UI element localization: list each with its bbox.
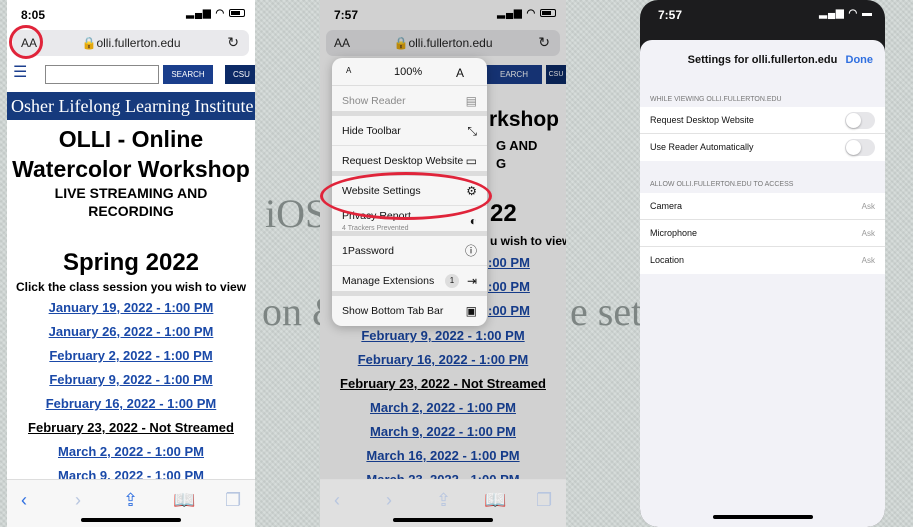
page-title-line2: Watercolor Workshop [12,156,250,182]
site-search-button[interactable]: SEARCH [163,65,213,84]
extensions-count-badge: 1 [445,274,459,288]
page-title-line1: OLLI - Online [58,126,204,152]
page-content: OLLI - Online Watercolor Workshop LIVE S… [7,120,255,488]
screenshot-page-menu: 7:57 ▂▄▆ ◠ AA 🔒olli.fullerton.edu ↻ EARC… [320,0,566,527]
screenshot-safari-page: 8:05 ▂▄▆ ◠ AA 🔒olli.fullerton.edu ↻ ☰ SE… [7,0,255,527]
forward-chevron-icon[interactable]: › [75,490,81,511]
location-permission-value: Ask [861,256,875,265]
share-icon[interactable]: ⇪ [436,490,451,511]
done-button[interactable]: Done [846,54,874,66]
signal-wifi-battery-icon: ▂▄▆ ◠ ▬ [819,8,873,19]
address-bar[interactable]: AA 🔒olli.fullerton.edu ↻ [13,30,249,56]
hamburger-menu-icon[interactable]: ☰ [13,65,27,81]
microphone-label: Microphone [650,228,698,238]
subtitle-line2: RECORDING [88,203,174,219]
status-bar: 8:05 ▂▄▆ ◠ [7,0,255,28]
menu-1password[interactable]: 1Password ⓘ [332,236,487,266]
bookmarks-icon[interactable]: 📖 [173,490,195,511]
request-desktop-label: Request Desktop Website [650,115,754,125]
section-header-access: ALLOW OLLI.FULLERTON.EDU TO ACCESS [650,181,794,188]
extensions-icon: ⇥ [466,274,477,288]
session-link[interactable]: January 26, 2022 - 1:00 PM [7,320,255,344]
signal-wifi-battery-icon: ▂▄▆ ◠ [186,8,245,19]
instructions-text: Click the class session you wish to view [15,280,247,294]
session-not-streamed: February 23, 2022 - Not Streamed [28,420,234,435]
home-indicator [712,515,813,519]
zoom-level[interactable]: 100% [394,66,422,78]
resize-arrows-icon: ⤡ [467,124,477,138]
back-chevron-icon[interactable]: ‹ [21,490,27,511]
use-reader-toggle[interactable] [845,139,875,156]
menu-manage-extensions[interactable]: Manage Extensions 1 ⇥ [332,266,487,296]
menu-hide-toolbar[interactable]: Hide Toolbar ⤡ [332,116,487,146]
tabs-icon[interactable]: ❐ [536,490,552,511]
session-link[interactable]: January 19, 2022 - 1:00 PM [7,296,255,320]
safari-bottom-toolbar: ‹ › ⇪ 📖 ❐ [320,479,566,527]
status-bar: 7:57 ▂▄▆ ◠ ▬ [640,0,885,28]
website-settings-sheet: Settings for olli.fullerton.edu Done WHI… [640,40,885,527]
viewing-settings-group: Request Desktop Website Use Reader Autom… [640,107,885,161]
menu-show-reader[interactable]: Show Reader ▤ [332,86,487,116]
forward-chevron-icon[interactable]: › [386,490,392,511]
session-link[interactable]: March 2, 2022 - 1:00 PM [7,440,255,464]
status-time: 7:57 [658,8,683,22]
zoom-row: A 100% A [332,58,487,86]
use-reader-row: Use Reader Automatically [640,134,885,161]
screenshot-website-settings: 7:57 ▂▄▆ ◠ ▬ Settings for olli.fullerton… [640,0,885,527]
privacy-report-subtitle: 4 Trackers Prevented [342,225,409,232]
bookmarks-icon[interactable]: 📖 [484,490,506,511]
home-indicator [81,518,181,522]
safari-bottom-toolbar: ‹ › ⇪ 📖 ❐ [7,479,255,527]
status-time: 8:05 [21,8,46,22]
background-text-ios: iOS [265,191,328,236]
subtitle-line1: LIVE STREAMING AND [54,185,208,201]
microphone-row[interactable]: Microphone Ask [640,220,885,247]
location-row[interactable]: Location Ask [640,247,885,274]
use-reader-label: Use Reader Automatically [650,142,754,152]
home-indicator [393,518,493,522]
section-header-viewing: WHILE VIEWING OLLI.FULLERTON.EDU [650,96,782,103]
desktop-icon: ▭ [465,154,477,168]
back-chevron-icon[interactable]: ‹ [334,490,340,511]
reader-icon: ▤ [465,94,477,108]
menu-show-bottom-tab-bar[interactable]: Show Bottom Tab Bar ▣ [332,296,487,326]
request-desktop-row: Request Desktop Website [640,107,885,134]
reload-icon[interactable]: ↻ [227,34,239,51]
site-search-input[interactable] [45,65,159,84]
session-link[interactable]: February 16, 2022 - 1:00 PM [7,392,255,416]
share-icon[interactable]: ⇪ [123,490,138,511]
csu-link[interactable]: CSU [225,65,255,84]
camera-row[interactable]: Camera Ask [640,193,885,220]
access-settings-group: Camera Ask Microphone Ask Location Ask [640,193,885,274]
highlight-circle-aa [9,25,43,59]
tabs-icon[interactable]: ❐ [225,490,241,511]
camera-label: Camera [650,201,683,211]
zoom-out-button[interactable]: A [346,66,351,75]
request-desktop-toggle[interactable] [845,112,875,129]
tab-bar-icon: ▣ [465,304,477,318]
1password-icon: ⓘ [464,244,477,258]
highlight-circle-website-settings [320,172,492,220]
session-link[interactable]: February 9, 2022 - 1:00 PM [7,368,255,392]
site-nav-row: ☰ SEARCH CSU [11,64,255,88]
camera-permission-value: Ask [861,202,875,211]
site-banner: Osher Lifelong Learning Institute [7,92,255,120]
session-link[interactable]: February 2, 2022 - 1:00 PM [7,344,255,368]
url-host: 🔒olli.fullerton.edu [81,36,181,50]
term-heading: Spring 2022 [62,249,200,276]
zoom-in-button[interactable]: A [456,66,464,80]
location-label: Location [650,255,685,265]
microphone-permission-value: Ask [861,229,875,238]
